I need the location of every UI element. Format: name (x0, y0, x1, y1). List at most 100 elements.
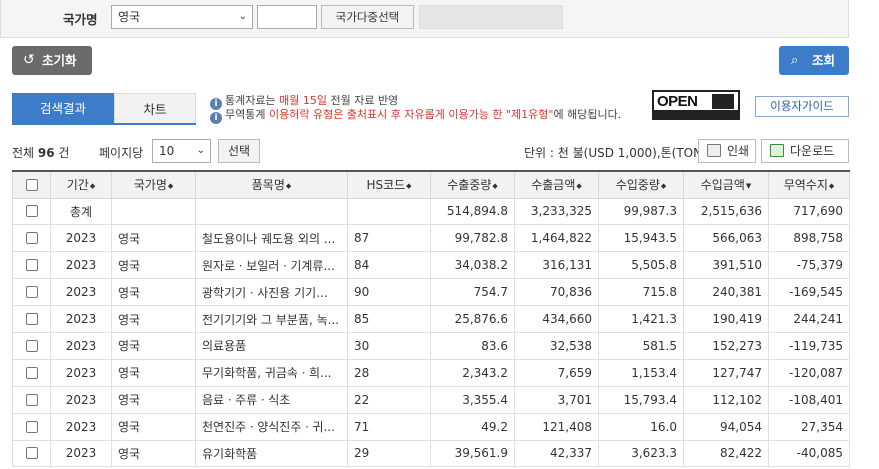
cell: 16.0 (598, 412, 684, 441)
table-row[interactable]: 2023 영국 음료ㆍ주류ㆍ식초 22 3,355.4 3,701 15,793.4 112,… (12, 385, 850, 414)
checkbox[interactable] (25, 259, 38, 272)
cell: -40,085 (768, 439, 850, 468)
checkbox[interactable] (25, 420, 38, 433)
cell (347, 197, 431, 226)
checkbox[interactable] (25, 393, 38, 406)
col-header-export-amount[interactable]: 수출금액◆ (514, 170, 599, 199)
checkbox[interactable] (25, 178, 38, 191)
cell: -119,735 (768, 331, 850, 360)
search-label: 조회 (812, 53, 836, 68)
cell: 25,876.6 (430, 305, 515, 333)
checkbox[interactable] (25, 447, 38, 460)
notice-license: i 무역통계 이용허락 유형은 출처표시 후 자유롭게 이용가능 한 "제1유형"… (210, 108, 621, 124)
table-row[interactable]: 2023 영국 철도용이나 궤도용 외의 ... 87 99,782.8 1,464,82… (12, 224, 850, 253)
col-header-hscode[interactable]: HS코드◆ (347, 170, 431, 199)
search-icon: ⌕ (791, 53, 799, 68)
cell: 3,355.4 (430, 385, 515, 414)
cell: 2023 (50, 331, 112, 360)
search-button[interactable]: ⌕ 조회 (779, 46, 849, 75)
table-row[interactable]: 2023 영국 유기화학품 29 39,561.9 42,337 3,623.3 82,422… (12, 439, 850, 468)
cell: 2023 (50, 385, 112, 414)
open-license-badge: OPEN (652, 90, 740, 120)
refresh-icon: ↺ (23, 52, 35, 68)
cell: 316,131 (514, 251, 599, 280)
checkbox[interactable] (25, 205, 38, 218)
table-row[interactable]: 2023 영국 광학기기ㆍ사진용 기기... 90 754.7 70,836 715.8 24… (12, 278, 850, 307)
cell: -75,379 (768, 251, 850, 280)
cell: 2023 (50, 358, 112, 387)
cell: 434,660 (514, 305, 599, 333)
col-header-country[interactable]: 국가명◆ (111, 170, 196, 199)
table-total-row: 총계 514,894.8 3,233,325 99,987.3 2,515,63… (12, 197, 850, 226)
checkbox[interactable] (25, 313, 38, 325)
cell: 2023 (50, 278, 112, 307)
print-button[interactable]: 인쇄 (698, 139, 756, 163)
cell: 84 (347, 251, 431, 280)
results-table: 기간◆ 국가명◆ 품목명◆ HS코드◆ 수출중량◆ 수출금액◆ 수입중량◆ 수입… (12, 170, 850, 468)
license-strip (654, 110, 738, 118)
unit-label: 단위 : 천 불(USD 1,000),톤(TON) (524, 146, 707, 160)
select-all-checkbox[interactable] (12, 170, 51, 199)
table-row[interactable]: 2023 영국 무기화학품, 귀금속ㆍ희... 28 2,343.2 7,659 1,153… (12, 358, 850, 387)
cell: 717,690 (768, 197, 850, 226)
col-header-trade-balance[interactable]: 무역수지◆ (768, 170, 850, 199)
table-row[interactable]: 2023 영국 의료용품 30 83.6 32,538 581.5 152,273 -119,7… (12, 331, 850, 360)
col-header-period[interactable]: 기간◆ (50, 170, 112, 199)
printer-icon (707, 144, 721, 157)
cell: -120,087 (768, 358, 850, 387)
cell: 2,515,636 (683, 197, 769, 226)
sort-icon: ◆ (492, 182, 498, 191)
tab-search-results[interactable]: 검색결과 (12, 93, 114, 124)
col-header-export-weight[interactable]: 수출중량◆ (430, 170, 515, 199)
sort-icon: ◆ (406, 182, 412, 191)
tab-chart[interactable]: 차트 (114, 93, 196, 124)
download-button[interactable]: 다운로드 (761, 139, 849, 163)
table-row[interactable]: 2023 영국 천연진주ㆍ양식진주ㆍ귀... 71 49.2 121,408 16.0 94,… (12, 412, 850, 441)
cell: -108,401 (768, 385, 850, 414)
cell: 15,943.5 (598, 224, 684, 253)
checkbox[interactable] (25, 366, 38, 379)
cell: 1,153.4 (598, 358, 684, 387)
cell: 49.2 (430, 412, 515, 441)
checkbox[interactable] (25, 339, 38, 352)
cell: 영국 (111, 358, 196, 387)
reset-button[interactable]: ↺ 초기화 (12, 46, 92, 75)
cell: 42,337 (514, 439, 599, 468)
license-symbol-icon (712, 94, 734, 109)
sort-icon: ◆ (285, 182, 292, 191)
col-header-import-amount[interactable]: 수입금액▼ (683, 170, 769, 199)
cell: 영국 (111, 331, 196, 360)
sort-desc-icon: ▼ (745, 182, 752, 191)
user-guide-button[interactable]: 이용자가이드 (755, 96, 849, 117)
cell: 영국 (111, 305, 196, 333)
chevron-down-icon: ⌄ (238, 11, 247, 22)
checkbox[interactable] (25, 286, 38, 299)
cell: 715.8 (598, 278, 684, 307)
select-button[interactable]: 선택 (218, 139, 260, 163)
cell: 영국 (111, 385, 196, 414)
cell: 음료ㆍ주류ㆍ식초 (195, 385, 348, 414)
checkbox[interactable] (25, 232, 38, 245)
col-header-item[interactable]: 품목명◆ (195, 170, 348, 199)
cell: 94,054 (683, 412, 769, 441)
cell: 3,623.3 (598, 439, 684, 468)
cell: 영국 (111, 412, 196, 441)
multi-country-select-button[interactable]: 국가다중선택 (321, 5, 414, 29)
cell: 99,782.8 (430, 224, 515, 253)
cell: 광학기기ㆍ사진용 기기... (195, 278, 348, 307)
cell: 34,038.2 (430, 251, 515, 280)
table-row[interactable]: 2023 영국 전기기기와 그 부분품, 녹... 85 25,876.6 434,660… (12, 305, 850, 333)
cell: 2023 (50, 439, 112, 468)
cell: 85 (347, 305, 431, 333)
cell: 1,464,822 (514, 224, 599, 253)
table-row[interactable]: 2023 영국 원자로ㆍ보일러ㆍ기계류... 84 34,038.2 316,131 5,5… (12, 251, 850, 280)
country-code-input[interactable] (257, 5, 317, 29)
cell: 152,273 (683, 331, 769, 360)
info-icon: i (210, 112, 222, 124)
tab-underline (12, 123, 196, 125)
country-label: 국가명 (63, 12, 98, 27)
per-page-select[interactable]: 10 ⌄ (152, 139, 211, 163)
col-header-import-weight[interactable]: 수입중량◆ (598, 170, 684, 199)
sort-icon: ◆ (89, 182, 96, 191)
country-select[interactable]: 영국 ⌄ (111, 5, 253, 29)
